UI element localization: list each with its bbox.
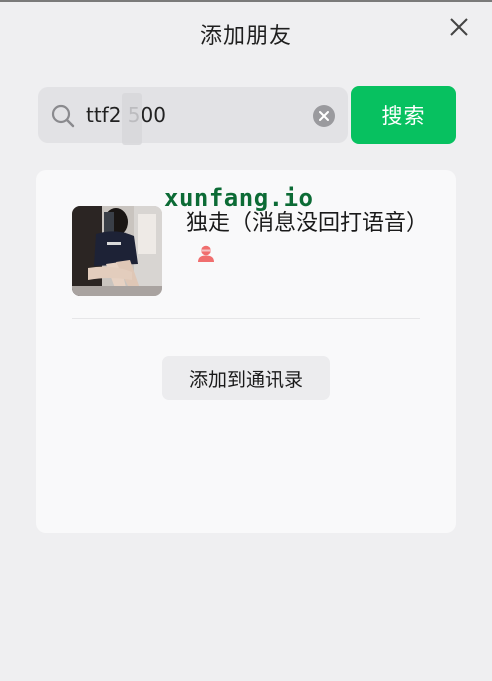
add-to-contacts-button[interactable]: 添加到通讯录 [162,356,330,400]
divider [72,318,420,319]
search-result-card: xunfang.io 独走（消息没回打语音） 添加到通讯录 [36,170,456,533]
window-top-border [0,0,492,2]
nickname-text: 独走（消息没回打语音） [186,211,429,236]
contact-nickname: 独走（消息没回打语音） [186,208,429,272]
page-title: 添加朋友 [199,24,292,49]
clear-icon[interactable] [312,104,336,128]
search-button[interactable]: 搜索 [351,86,456,144]
avatar[interactable] [72,206,162,296]
search-input[interactable]: ttf2 500 [38,87,348,145]
female-icon [198,245,214,262]
close-icon[interactable] [446,14,472,40]
text-cursor [122,93,142,145]
search-icon [51,104,75,128]
